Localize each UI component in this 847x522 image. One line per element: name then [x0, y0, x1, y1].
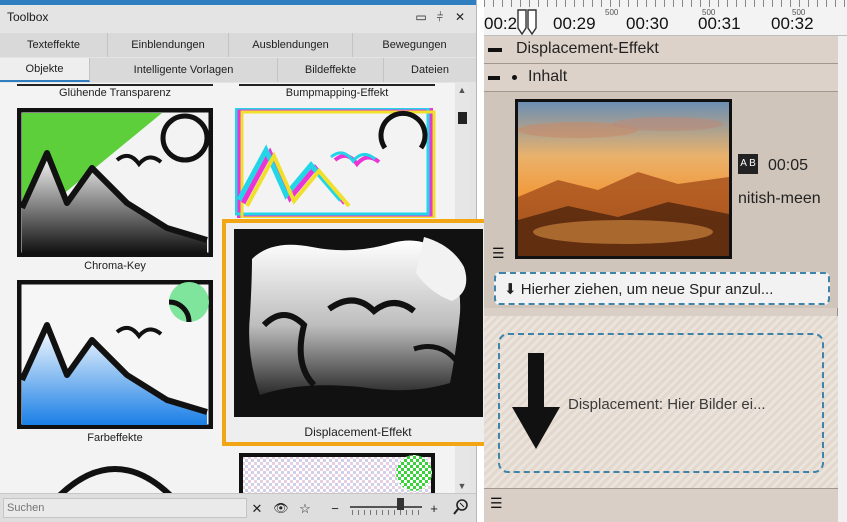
item-label-bumpmapping[interactable]: Bumpmapping-Effekt [237, 87, 437, 99]
bumpmapping-thumbnail[interactable] [235, 108, 439, 218]
dropzone-text: ⬇ Hierher ziehen, um neue Spur anzul... [504, 281, 774, 298]
time-ruler[interactable]: 500 500 500 00:28 00:29 00:30 00:31 00:3… [484, 0, 847, 36]
ruler-minor-ticks [484, 0, 847, 7]
eye-icon[interactable]: 👁 [270, 498, 292, 519]
tabs-row-1: Texteffekte Einblendungen Ausblendungen … [0, 33, 476, 57]
tabs-row-2: Objekte Intelligente Vorlagen Bildeffekt… [0, 58, 476, 82]
item-label-gluehende-transparenz[interactable]: Glühende Transparenz [15, 87, 215, 99]
app-root: Toolbox ▭ ⫩ ✕ Texteffekte Einblendungen … [0, 0, 847, 522]
item-label-farbeffekte[interactable]: Farbeffekte [15, 432, 215, 444]
magic-search-icon[interactable] [450, 498, 472, 519]
collapse-icon[interactable] [488, 76, 500, 80]
tab-ausblendungen[interactable]: Ausblendungen [229, 33, 353, 57]
chroma-key-thumbnail[interactable] [17, 108, 213, 257]
track-header-inhalt[interactable]: Inhalt [484, 64, 838, 92]
bullet-icon [512, 75, 517, 80]
ruler-time: 00:29 [553, 14, 596, 33]
tab-texteffekte[interactable]: Texteffekte [0, 33, 108, 57]
scroll-down-icon[interactable]: ▼ [455, 479, 469, 493]
tab-bildeffekte[interactable]: Bildeffekte [278, 58, 384, 82]
toolbox-bottom-bar: ✕ 👁 ☆ − + [0, 493, 476, 522]
row-divider [239, 84, 435, 86]
ruler-time: 00:31 [698, 14, 741, 33]
clip-thumbnail[interactable] [515, 99, 732, 259]
new-track-dropzone[interactable]: ⬇ Hierher ziehen, um neue Spur anzul... [494, 272, 830, 305]
timeline-bottom-strip: ☰ [484, 488, 838, 522]
down-arrow-icon [512, 353, 560, 449]
ruler-minor-label: 500 [605, 8, 619, 17]
scroll-thumb[interactable] [458, 112, 467, 124]
tab-intelligente-vorlagen[interactable]: Intelligente Vorlagen [90, 58, 278, 82]
clear-search-icon[interactable]: ✕ [246, 498, 268, 519]
row-divider [17, 84, 213, 86]
track-header-displacement[interactable]: Displacement-Effekt [484, 36, 838, 64]
tab-einblendungen[interactable]: Einblendungen [108, 33, 229, 57]
displacement-effect-item[interactable]: Displacement-Effekt [222, 219, 494, 446]
scroll-up-icon[interactable]: ▲ [455, 83, 469, 97]
zoom-slider-ticks [352, 510, 420, 515]
pattern-object-thumbnail[interactable] [239, 453, 435, 493]
track-menu-icon[interactable]: ☰ [492, 245, 505, 262]
playhead-marker[interactable] [515, 8, 539, 36]
subtrack-title: Inhalt [528, 68, 568, 85]
track-title: Displacement-Effekt [516, 40, 659, 57]
ruler-time: 00:32 [771, 14, 814, 33]
zoom-out-icon[interactable]: − [324, 498, 346, 519]
text-badge-icon: A B [738, 154, 758, 174]
farbeffekte-thumbnail[interactable] [17, 280, 213, 429]
search-input[interactable] [3, 498, 247, 518]
displacement-thumbnail [234, 229, 483, 417]
track-menu-icon[interactable]: ☰ [490, 495, 503, 512]
pin-icon[interactable]: ⫩ [433, 9, 447, 25]
timeline-vertical-scrollbar[interactable] [838, 36, 847, 522]
clip-name: nitish-meen [738, 190, 821, 207]
toolbox-title: Toolbox [7, 10, 49, 24]
close-icon[interactable]: ✕ [453, 9, 467, 25]
item-label-chroma-key[interactable]: Chroma-Key [15, 260, 215, 272]
circle-object-thumbnail[interactable] [17, 453, 213, 493]
maximize-icon[interactable]: ▭ [414, 9, 428, 25]
tab-dateien[interactable]: Dateien [384, 58, 476, 82]
zoom-slider-knob[interactable] [397, 498, 405, 510]
ruler-time: 00:30 [626, 14, 669, 33]
displacement-label: Displacement-Effekt [304, 425, 412, 439]
effect-drop-text: Displacement: Hier Bilder ei... [568, 396, 766, 413]
clip-duration: 00:05 [768, 157, 809, 174]
collapse-icon[interactable] [488, 48, 502, 52]
favorite-star-icon[interactable]: ☆ [294, 498, 316, 519]
tab-bewegungen[interactable]: Bewegungen [353, 33, 476, 57]
tab-objekte[interactable]: Objekte [0, 58, 90, 82]
zoom-in-icon[interactable]: + [423, 498, 445, 519]
sunset-mountains-image [518, 102, 729, 256]
timeline-panel: 500 500 500 00:28 00:29 00:30 00:31 00:3… [484, 0, 847, 522]
zoom-slider-track[interactable] [350, 506, 422, 508]
toolbox-header: Toolbox ▭ ⫩ ✕ [0, 5, 476, 30]
